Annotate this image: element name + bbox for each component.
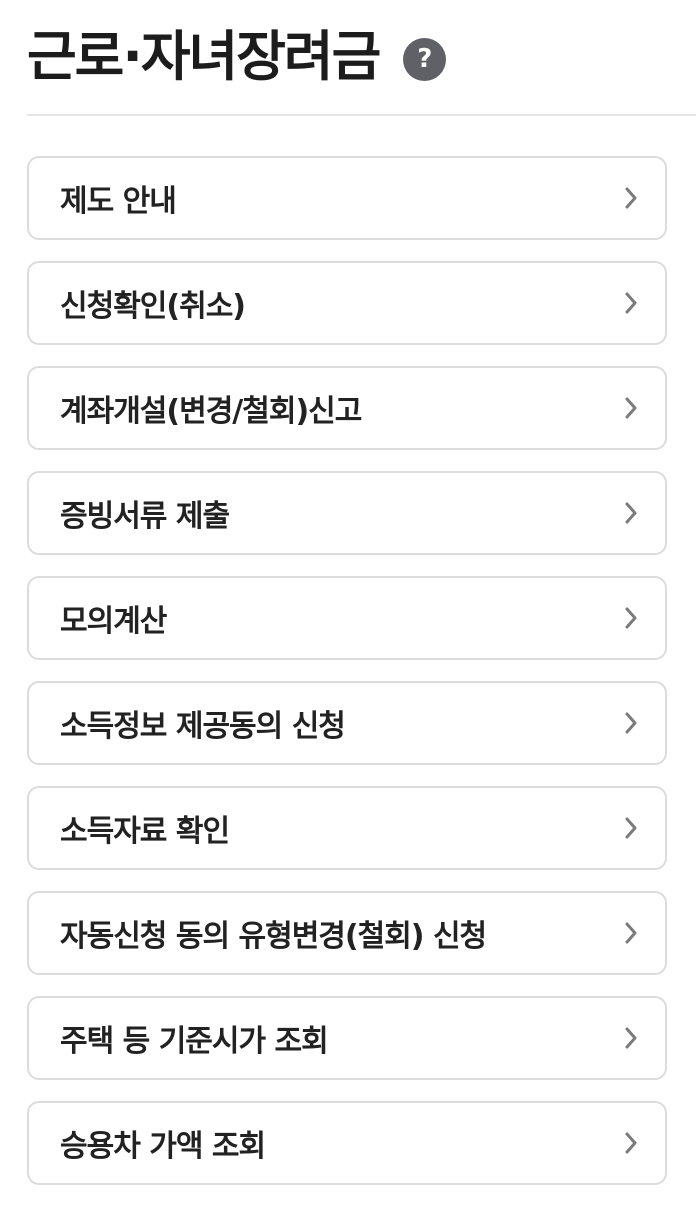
menu-item-submit-documents[interactable]: 증빙서류 제출	[27, 471, 667, 555]
chevron-right-icon	[619, 1131, 643, 1155]
page-title: 근로·자녀장려금	[27, 25, 381, 88]
menu-item-account-report[interactable]: 계좌개설(변경/철회)신고	[27, 366, 667, 450]
menu-item-vehicle-value[interactable]: 승용차 가액 조회	[27, 1101, 667, 1185]
menu-item-label: 승용차 가액 조회	[60, 1129, 266, 1164]
chevron-right-icon	[619, 1026, 643, 1050]
menu-item-auto-application[interactable]: 자동신청 동의 유형변경(철회) 신청	[27, 891, 667, 975]
chevron-right-icon	[619, 396, 643, 420]
menu-item-housing-price[interactable]: 주택 등 기준시가 조회	[27, 996, 667, 1080]
chevron-right-icon	[619, 816, 643, 840]
help-question-icon[interactable]: ?	[403, 37, 447, 81]
chevron-right-icon	[619, 606, 643, 630]
menu-item-label: 소득자료 확인	[60, 814, 230, 849]
menu-item-label: 증빙서류 제출	[60, 499, 230, 534]
menu-item-mock-calculation[interactable]: 모의계산	[27, 576, 667, 660]
chevron-right-icon	[619, 501, 643, 525]
menu-item-label: 신청확인(취소)	[60, 289, 246, 324]
menu-item-label: 모의계산	[60, 604, 167, 639]
header-divider	[27, 114, 696, 116]
menu-item-label: 소득정보 제공동의 신청	[60, 709, 346, 744]
menu-item-label: 계좌개설(변경/철회)신고	[60, 394, 362, 429]
header: 근로·자녀장려금 ?	[27, 18, 447, 96]
menu-item-label: 주택 등 기준시가 조회	[60, 1024, 329, 1059]
chevron-right-icon	[619, 186, 643, 210]
menu-list: 제도 안내 신청확인(취소) 계좌개설(변경/철회)신고 증빙서류 제출 모의계…	[27, 156, 667, 1206]
menu-item-application-check-cancel[interactable]: 신청확인(취소)	[27, 261, 667, 345]
menu-item-label: 제도 안내	[60, 184, 177, 219]
chevron-right-icon	[619, 291, 643, 315]
chevron-right-icon	[619, 711, 643, 735]
page: 근로·자녀장려금 ? 제도 안내 신청확인(취소) 계좌개설(변경/철회)신고 …	[0, 0, 696, 1218]
menu-item-label: 자동신청 동의 유형변경(철회) 신청	[60, 919, 487, 954]
menu-item-income-consent[interactable]: 소득정보 제공동의 신청	[27, 681, 667, 765]
menu-item-system-guide[interactable]: 제도 안내	[27, 156, 667, 240]
menu-item-income-data-check[interactable]: 소득자료 확인	[27, 786, 667, 870]
chevron-right-icon	[619, 921, 643, 945]
